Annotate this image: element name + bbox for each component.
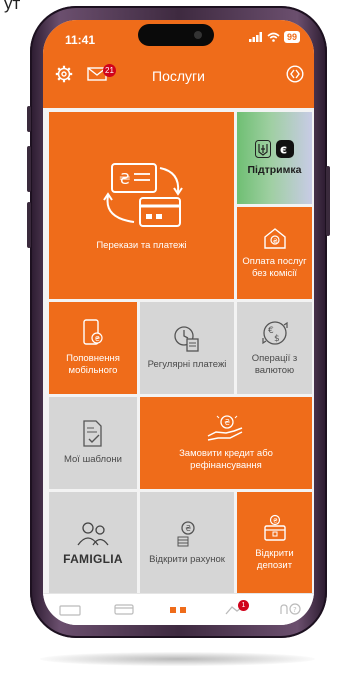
svg-text:₴: ₴	[272, 237, 277, 245]
svg-text:є: є	[280, 143, 287, 157]
tile-transfers[interactable]: ₴ Перекази та платежі	[49, 112, 234, 299]
e-logo-icon: є	[276, 140, 294, 158]
document-check-icon	[83, 420, 102, 447]
services-tab-icon[interactable]	[168, 602, 190, 616]
page-title: Послуги	[152, 68, 205, 84]
svg-text:₴: ₴	[95, 335, 101, 343]
tile-open-deposit[interactable]: ₴ Відкрити депозит	[237, 492, 312, 593]
tile-famiglia[interactable]: FAMIGLIA	[49, 492, 137, 593]
battery-indicator: 99	[283, 31, 300, 43]
mute-switch	[27, 106, 31, 132]
app-screen: 11:41 99 21 Послуги ₴ Перекази та платеж…	[43, 20, 314, 625]
header-bar: 11:41 99 21 Послуги	[43, 20, 314, 108]
svg-text:$: $	[274, 334, 280, 344]
svg-text:₴: ₴	[224, 418, 230, 427]
tile-mobile-topup[interactable]: ₴ Поповнення мобільного	[49, 302, 137, 394]
services-grid: ₴ Перекази та платежі є Підтримка ₴ Опла…	[43, 108, 314, 593]
currency-exchange-icon: € $	[261, 321, 288, 345]
house-icon: ₴	[263, 228, 286, 249]
hand-coin-icon: ₴	[207, 415, 243, 441]
toggle-icon[interactable]	[286, 65, 304, 83]
tile-label: Поповнення мобільного	[66, 353, 120, 376]
safe-deposit-icon: ₴	[263, 514, 286, 541]
more-tab-icon[interactable]: ?	[279, 602, 303, 616]
tile-label: Мої шаблони	[64, 454, 122, 465]
bottom-nav: 1 ?	[43, 593, 314, 625]
tile-open-account[interactable]: ₴ Відкрити рахунок	[140, 492, 234, 593]
svg-text:₴: ₴	[273, 517, 278, 524]
tile-label: Підтримка	[247, 164, 302, 176]
status-time: 11:41	[65, 33, 96, 47]
tile-utilities[interactable]: ₴ Оплата послуг без комісії	[237, 207, 312, 299]
dynamic-island	[138, 24, 214, 46]
tile-label: FAMIGLIA	[63, 551, 123, 566]
status-bar: 11:41 99	[43, 20, 314, 56]
svg-text:?: ?	[293, 606, 297, 614]
calendar-doc-icon	[174, 326, 199, 352]
tile-regular-payments[interactable]: Регулярні платежі	[140, 302, 234, 394]
phone-frame: 11:41 99 21 Послуги ₴ Перекази та платеж…	[27, 6, 330, 638]
volume-up-button	[27, 146, 31, 192]
transfer-icon: ₴	[102, 162, 183, 227]
tile-label: Регулярні платежі	[147, 359, 227, 370]
power-button	[326, 166, 330, 236]
tile-label: Відкрити депозит	[255, 547, 294, 571]
svg-text:₴: ₴	[119, 170, 131, 188]
ukraine-trident-icon	[255, 140, 271, 158]
tile-label: Перекази та платежі	[96, 239, 187, 251]
tile-label: Операції з валютою	[251, 353, 298, 376]
caption-text: ут	[4, 0, 21, 13]
tile-my-templates[interactable]: Мої шаблони	[49, 397, 137, 489]
system-indicators: 99	[248, 31, 300, 43]
home-tab-icon[interactable]	[59, 602, 81, 616]
family-icon	[77, 521, 109, 545]
wifi-icon	[267, 32, 280, 42]
phone-shadow	[40, 652, 315, 666]
signal-icon	[248, 32, 262, 42]
tile-label: Оплата послуг без комісії	[242, 256, 307, 279]
tile-support[interactable]: є Підтримка	[237, 112, 312, 204]
nav-badge: 1	[238, 600, 249, 611]
tile-order-credit[interactable]: ₴ Замовити кредит або рефінансування	[140, 397, 312, 489]
cards-tab-icon[interactable]	[113, 602, 135, 616]
coin-stack-icon: ₴	[177, 520, 195, 546]
tile-label: Замовити кредит або рефінансування	[179, 448, 273, 471]
svg-text:₴: ₴	[185, 524, 191, 533]
tile-label: Відкрити рахунок	[149, 553, 225, 565]
phone-icon: ₴	[83, 319, 103, 345]
tile-currency-operations[interactable]: € $ Операції з валютою	[237, 302, 312, 394]
volume-down-button	[27, 202, 31, 248]
